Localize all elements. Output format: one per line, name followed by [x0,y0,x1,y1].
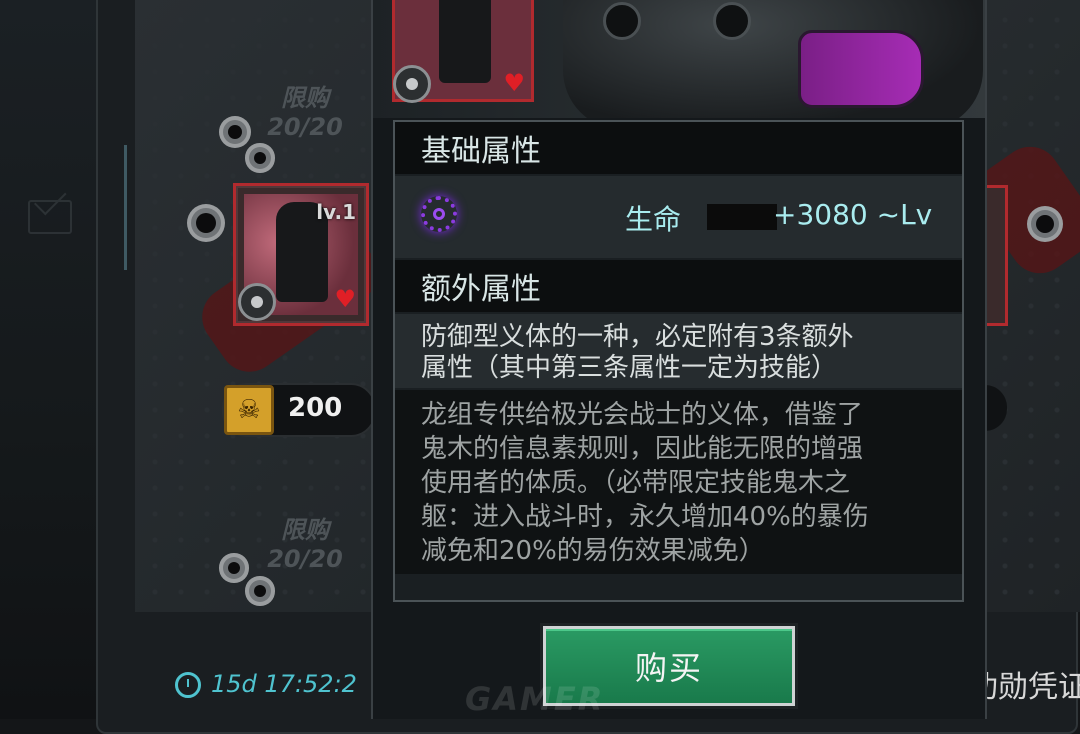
price-tag: ☠ 200 [222,383,376,437]
lore-line: 使用者的体质。（必带限定技能鬼木之 [421,468,851,498]
bullet-hole [228,562,240,574]
purple-ring-icon [421,196,457,232]
bullet-hole [254,152,266,164]
desc-line: 防御型义体的一种，必定附有3条额外 [421,322,854,352]
bullet-hole [196,213,216,233]
redacted-bar [707,204,777,230]
buy-button-label: 购买 [634,649,703,687]
gear-icon [238,283,276,321]
item-detail-popup: ♥ 基础属性 生命 +3080 ~Lv 额外属性 防御型义体的一种，必定附有3条… [371,0,987,719]
heart-icon: ♥ [334,285,356,313]
bullet-hole [228,125,242,139]
price-value: 200 [288,393,343,423]
gear-icon [393,65,431,103]
scroll-indicator[interactable] [124,145,127,270]
item-level: lv.1 [316,200,356,224]
refresh-timer: 15d 17:52:2 [175,670,357,698]
helmet-eye [603,2,641,40]
cyber-body-image [439,0,491,83]
limit-count: 20/20 [267,113,343,141]
basic-attributes-header: 基础属性 [395,122,962,174]
lore-line: 龙组专供给极光会战士的义体，借鉴了 [421,400,864,430]
selected-item-thumbnail: ♥ [392,0,534,103]
purchase-limit: 限购 20/20 [245,510,365,573]
attribute-panel: 基础属性 生命 +3080 ~Lv 额外属性 防御型义体的一种，必定附有3条额外… [393,120,964,602]
section-title: 基础属性 [421,134,541,169]
extra-attributes-description: 防御型义体的一种，必定附有3条额外 属性（其中第三条属性一定为技能） [395,314,962,388]
heart-icon: ♥ [503,69,525,97]
attribute-value: +3080 ~Lv [773,198,933,231]
desc-line: 属性（其中第三条属性一定为技能） [421,353,838,383]
shop-item-card-partial[interactable] [985,185,1008,326]
section-title: 额外属性 [421,272,541,307]
left-sidebar-background [0,0,110,719]
bullet-hole [254,585,266,597]
skull-coin-icon: ☠ [224,385,274,435]
limit-label: 限购 [281,84,329,112]
attribute-row: 生命 +3080 ~Lv [395,176,962,258]
lore-line: 躯：进入战斗时，永久增加40%的暴伤 [421,502,869,532]
limit-count: 20/20 [267,545,343,573]
helmet-visor [798,30,924,108]
timer-text: 15d 17:52:2 [211,670,357,698]
bullet-hole [1036,215,1054,233]
lore-line: 减免和20%的易伤效果减免） [421,536,765,566]
purchase-limit: 限购 20/20 [245,78,365,141]
extra-attributes-header: 额外属性 [395,260,962,312]
item-lore: 龙组专供给极光会战士的义体，借鉴了 鬼木的信息素规则，因此能无限的增强 使用者的… [395,390,962,574]
limit-label: 限购 [281,516,329,544]
mail-icon[interactable] [28,200,72,234]
shop-item-card[interactable]: lv.1 ♥ [233,183,369,326]
lore-line: 鬼木的信息素规则，因此能无限的增强 [421,434,864,464]
item-preview-banner: ♥ [373,0,985,118]
helmet-eye [713,2,751,40]
watermark-logo: GAMER [465,680,605,718]
attribute-name: 生命 [625,203,682,236]
stopwatch-icon [175,672,201,698]
